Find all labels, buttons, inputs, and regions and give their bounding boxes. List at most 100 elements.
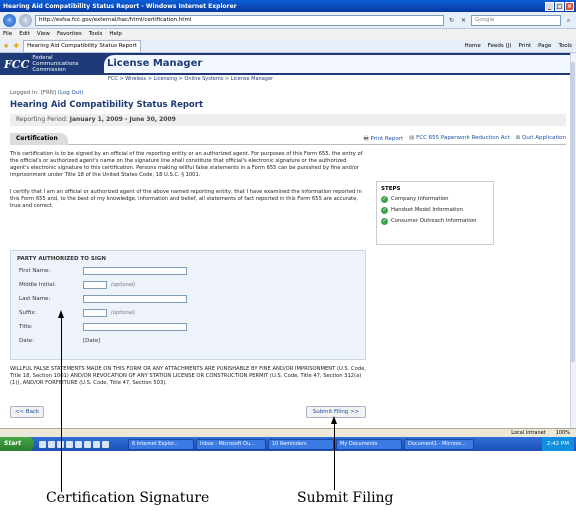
last-name-label: Last Name: <box>19 296 51 302</box>
middle-initial-field[interactable] <box>83 281 107 289</box>
menu-view[interactable]: View <box>37 31 50 37</box>
search-input[interactable]: Google <box>471 14 561 26</box>
first-name-label: First Name: <box>19 268 51 274</box>
favorites-star-icon[interactable]: ★ <box>3 42 9 50</box>
page-title: Hearing Aid Compatibility Status Report <box>10 100 204 110</box>
add-favorites-icon[interactable]: ✚ <box>13 42 19 50</box>
minimize-button[interactable]: _ <box>545 1 554 11</box>
back-button[interactable]: << Back <box>10 406 44 418</box>
taskbar-item-my-documents[interactable]: My Documents <box>336 438 402 450</box>
menu-file[interactable]: File <box>3 31 12 37</box>
quick-launch-icon[interactable] <box>102 440 109 448</box>
last-name-field[interactable] <box>83 295 187 303</box>
suffix-label: Suffix: <box>19 310 37 316</box>
status-bar: Local intranet 100% <box>0 428 576 437</box>
menu-help[interactable]: Help <box>109 31 122 37</box>
window-titlebar: Hearing Aid Compatibility Status Report … <box>0 0 576 12</box>
search-icon[interactable]: ⌕ <box>564 16 573 25</box>
certification-instructions: This certification is to be signed by an… <box>10 151 363 178</box>
certification-signature-caption: Certification Signature <box>46 490 210 506</box>
taskbar-item-internet-explorer[interactable]: 6 Internet Explor... <box>128 438 194 450</box>
steps-panel: STEPS ✓ Company Information ✓ Handset Mode… <box>376 181 494 245</box>
browser-tab[interactable]: Hearing Aid Compatibility Status Report <box>23 39 142 52</box>
home-button[interactable]: Home <box>465 43 481 49</box>
quick-launch-icon[interactable] <box>75 440 82 448</box>
submit-arrow-head <box>331 416 337 424</box>
taskbar-item-outlook[interactable]: Inbox - Microsoft Ou... <box>196 438 266 450</box>
check-icon: ✓ <box>381 207 388 214</box>
system-clock[interactable]: 2:42 PM <box>541 437 574 451</box>
print-report-link[interactable]: 🖶 Print Report <box>364 135 404 144</box>
stop-icon[interactable]: ✕ <box>459 16 468 25</box>
start-button[interactable]: Start <box>0 437 34 451</box>
steps-heading: STEPS <box>381 186 401 192</box>
menu-bar: File Edit View Favorites Tools Help <box>0 29 576 39</box>
close-button[interactable]: × <box>565 1 574 11</box>
menu-favorites[interactable]: Favorites <box>57 31 82 37</box>
signature-form: PARTY AUTHORIZED TO SIGN First Name: Mid… <box>10 250 366 360</box>
check-icon: ✓ <box>381 218 388 225</box>
submit-arrow-line <box>334 424 335 490</box>
quit-application-link[interactable]: ⊠ Quit Application <box>516 135 566 144</box>
submit-filing-caption: Submit Filing <box>297 490 394 506</box>
quick-launch-icon[interactable] <box>84 440 91 448</box>
optional-note: (optional) <box>111 310 136 316</box>
page-button[interactable]: Page <box>538 43 551 49</box>
feeds-button[interactable]: Feeds (J) <box>488 43 512 49</box>
page-content: FCC Federal Communications Commission Li… <box>0 53 570 431</box>
security-zone: Local intranet <box>511 430 546 436</box>
first-name-field[interactable] <box>83 267 187 275</box>
menu-tools[interactable]: Tools <box>89 31 103 37</box>
quick-launch-icon[interactable] <box>93 440 100 448</box>
scrollbar-thumb[interactable] <box>571 62 575 362</box>
back-nav-icon[interactable]: ‹ <box>3 13 16 27</box>
print-button[interactable]: Print <box>518 43 531 49</box>
date-row: Date: [Date] <box>19 338 100 344</box>
refresh-icon[interactable]: ↻ <box>447 16 456 25</box>
maximize-button[interactable]: □ <box>555 1 564 11</box>
tab-bar: ★ ✚ Hearing Aid Compatibility Status Rep… <box>0 39 576 53</box>
quick-launch-icon[interactable] <box>66 440 73 448</box>
logout-link[interactable]: (Log Out) <box>58 90 84 96</box>
title-field[interactable] <box>83 323 187 331</box>
step-consumer-outreach-information[interactable]: ✓ Consumer Outreach Information <box>381 218 489 225</box>
reporting-period-label: Reporting Period: <box>16 116 68 123</box>
quick-launch-icon[interactable] <box>39 440 46 448</box>
forward-nav-icon[interactable]: › <box>19 13 32 27</box>
fcc-logo-mark: FCC <box>4 57 30 71</box>
taskbar: Start 6 Internet Explor... Inbox - Micro… <box>0 437 576 451</box>
zoom-level[interactable]: 100% <box>556 430 570 436</box>
reporting-period-value: January 1, 2009 - June 30, 2009 <box>69 116 176 123</box>
step-handset-model-information[interactable]: ✓ Handset Model Information <box>381 207 489 214</box>
window-title: Hearing Aid Compatibility Status Report … <box>3 2 237 10</box>
step-company-information[interactable]: ✓ Company Information <box>381 196 489 203</box>
paperwork-act-link[interactable]: ▤ FCC 655 Paperwork Reduction Act <box>409 135 510 144</box>
tab-certification[interactable]: Certification <box>10 133 68 145</box>
tools-button[interactable]: Tools <box>558 43 572 49</box>
optional-note: (optional) <box>111 282 136 288</box>
app-title: License Manager <box>104 55 570 73</box>
taskbar-item-reminders[interactable]: 10 Reminders <box>268 438 334 450</box>
fcc-logo[interactable]: FCC Federal Communications Commission <box>4 55 100 73</box>
url-input[interactable]: http://esfsa.fcc.gov/external/hac/html/c… <box>35 14 444 26</box>
reporting-period: Reporting Period: January 1, 2009 - June… <box>10 114 566 126</box>
suffix-row: Suffix: (optional) <box>19 309 135 317</box>
false-statement-warning: WILLFUL FALSE STATEMENTS MADE ON THIS FO… <box>10 366 366 386</box>
title-row: Title: <box>19 323 187 331</box>
signature-arrow-head <box>58 310 64 318</box>
date-label: Date: <box>19 338 34 344</box>
last-name-row: Last Name: <box>19 295 187 303</box>
middle-initial-label: Middle Initial: <box>19 282 56 288</box>
date-value: [Date] <box>83 338 101 344</box>
breadcrumb[interactable]: FCC > Wireless > Licensing > Online Syst… <box>108 76 273 82</box>
quick-launch-icon[interactable] <box>48 440 55 448</box>
signature-arrow-line <box>61 318 62 492</box>
logged-in-label: Logged In: [FRN] <box>10 90 57 96</box>
exit-icon: ⊠ <box>515 135 521 141</box>
taskbar-item-word[interactable]: Document1 - Microso... <box>404 438 474 450</box>
menu-edit[interactable]: Edit <box>19 31 30 37</box>
middle-initial-row: Middle Initial: (optional) <box>19 281 135 289</box>
suffix-field[interactable] <box>83 309 107 317</box>
fcc-logo-name: Federal Communications Commission <box>32 55 79 73</box>
site-header: FCC Federal Communications Commission Li… <box>0 53 570 75</box>
